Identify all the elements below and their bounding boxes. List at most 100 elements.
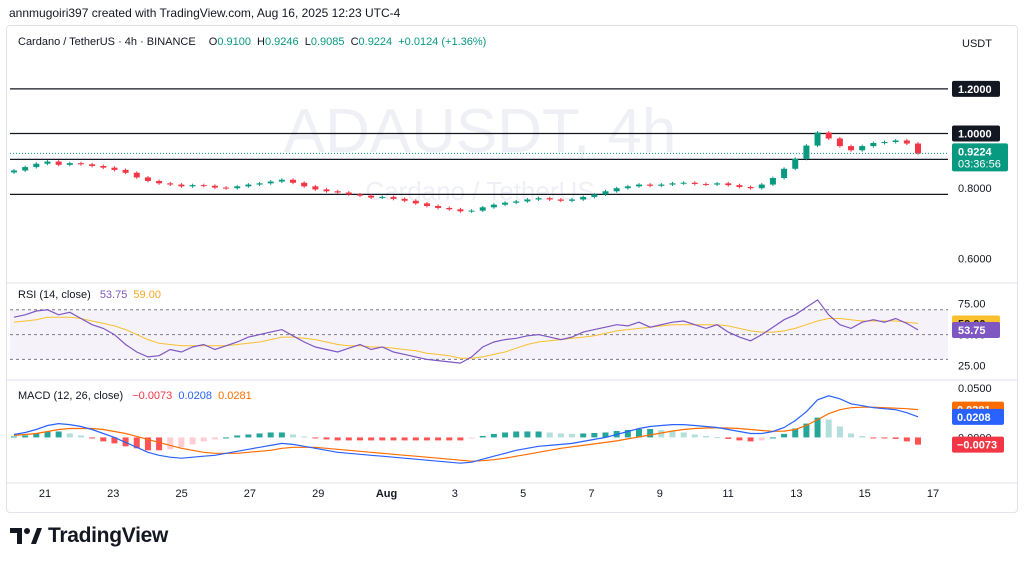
candle-body: [490, 204, 497, 208]
rsi-ma-legend-value: 59.00: [133, 289, 161, 301]
histogram-bar: [468, 437, 475, 439]
histogram-bar: [334, 437, 341, 441]
candle-body: [256, 183, 263, 185]
currency-button[interactable]: USDT: [953, 33, 1001, 55]
histogram-bar: [323, 437, 330, 440]
candle-body: [881, 142, 888, 144]
time-axis-label: 27: [244, 488, 256, 500]
histogram-bar: [702, 435, 709, 438]
histogram-legend-value: −0.0073: [132, 390, 173, 402]
histogram-bar: [390, 437, 397, 441]
macd-legend: MACD (12, 26, close) −0.0073 0.0208 0.02…: [18, 390, 255, 402]
candle-body: [55, 161, 62, 165]
candle-body: [223, 187, 230, 189]
candle-body: [390, 196, 397, 199]
candle-body: [613, 188, 620, 192]
histogram-bar: [435, 437, 442, 441]
candle-body: [702, 183, 709, 185]
histogram-bar: [368, 437, 375, 441]
candle-body: [859, 146, 866, 151]
histogram-bar: [211, 437, 218, 440]
price-axis-label: 1.0000: [958, 129, 992, 141]
candle-body: [412, 200, 419, 204]
countdown-label: 03:36:56: [958, 158, 1001, 170]
histogram-bar: [189, 437, 196, 445]
candle-body: [848, 146, 855, 151]
candle-body: [691, 182, 698, 184]
histogram-bar: [781, 433, 788, 438]
rsi-axis-label: 25.00: [958, 361, 986, 373]
candle-body: [211, 185, 218, 188]
candle-body: [144, 177, 151, 181]
candle-body: [535, 198, 542, 200]
candle-body: [200, 185, 207, 187]
candle-body: [133, 172, 140, 178]
candle-body: [725, 183, 732, 186]
candle-body: [111, 167, 118, 170]
histogram-bar: [580, 433, 587, 438]
tradingview-brand[interactable]: TradingView: [10, 522, 168, 550]
time-axis-label: 7: [588, 488, 594, 500]
time-axis-label: 5: [520, 488, 526, 500]
histogram-bar: [747, 437, 754, 442]
candle-body: [379, 196, 386, 198]
candle-body: [312, 186, 319, 190]
candle-body: [569, 199, 576, 201]
chart-canvas[interactable]: ADAUSDT, 4h Cardano / TetherUS 1.2000 1.0…: [0, 0, 1024, 565]
candle-body: [267, 181, 274, 184]
candle-body: [513, 201, 520, 203]
macd-legend-title: MACD (12, 26, close): [18, 390, 124, 402]
histogram-bar: [100, 437, 107, 442]
candle-body: [89, 164, 96, 166]
time-axis-label: 29: [312, 488, 324, 500]
histogram-bar: [89, 437, 96, 439]
candle-body: [915, 143, 921, 154]
watermark-name: Cardano / TetherUS: [365, 176, 594, 206]
candle-body: [468, 210, 475, 212]
candle-body: [423, 203, 430, 206]
price-legend: Cardano / TetherUS · 4h · BINANCE O0.910…: [18, 36, 489, 48]
candle-body: [903, 140, 910, 144]
candle-body: [44, 161, 51, 164]
candle-body: [747, 186, 754, 189]
candle-body: [781, 168, 788, 179]
candle-body: [356, 194, 363, 196]
histogram-bar: [401, 437, 408, 441]
macd-value-tag-label: 0.0208: [957, 412, 991, 424]
macd-axis-label: 0.0500: [958, 383, 992, 395]
last-price-label: 0.9224: [958, 146, 993, 158]
histogram-bar: [569, 433, 576, 438]
rsi-legend: RSI (14, close) 53.75 59.00: [18, 289, 164, 301]
histogram-bar: [156, 437, 163, 451]
candle-body: [435, 205, 442, 208]
histogram-bar: [356, 437, 363, 441]
candle-body: [100, 165, 107, 168]
histogram-bar: [55, 431, 62, 438]
histogram-bar: [758, 437, 765, 441]
histogram-bar: [647, 429, 654, 438]
histogram-bar: [379, 437, 386, 441]
candle-body: [401, 198, 408, 201]
histogram-bar: [513, 431, 520, 438]
price-axis-label: 1.2000: [958, 84, 992, 96]
candle-body: [234, 186, 241, 189]
histogram-bar: [345, 437, 352, 441]
histogram-bar: [535, 431, 542, 438]
candle-body: [167, 183, 174, 185]
histogram-bar: [490, 433, 497, 438]
candle-body: [33, 163, 40, 168]
candle-body: [77, 163, 84, 165]
histogram-bar: [423, 437, 430, 441]
open-value: 0.9100: [217, 36, 251, 48]
candle-body: [647, 184, 654, 186]
histogram-bar: [278, 432, 285, 438]
candle-body: [334, 191, 341, 193]
candle-body: [178, 184, 185, 187]
histogram-bar: [446, 437, 453, 441]
histogram-bar: [290, 434, 297, 438]
time-axis-label: 17: [927, 488, 939, 500]
tradingview-logo-icon: [10, 528, 42, 544]
candle-body: [479, 207, 486, 211]
high-value: 0.9246: [265, 36, 299, 48]
candle-body: [624, 186, 631, 189]
